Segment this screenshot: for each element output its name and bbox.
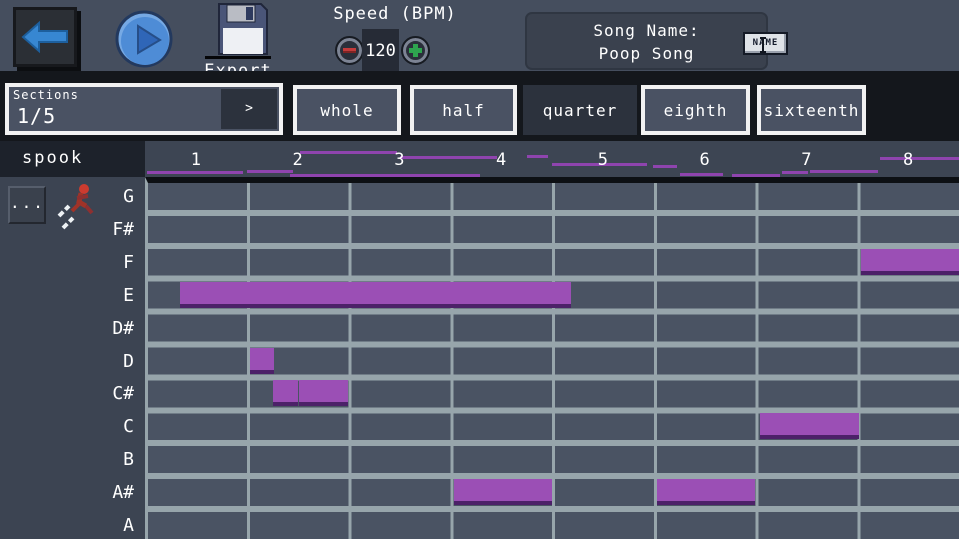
sections-value: 1/5 — [17, 104, 56, 128]
speed-control: Speed (BPM) 120 — [320, 4, 470, 24]
row-label-D: D — [96, 348, 138, 375]
row-label-Fs: F# — [96, 216, 138, 243]
row-label-E: E — [96, 282, 138, 309]
duration-button-eighth[interactable]: eighth — [641, 85, 750, 135]
sections-strip: Sections 1/5 > wholehalfquartereighthsix… — [0, 71, 959, 141]
beat-label-7: 7 — [756, 150, 858, 170]
bpm-value: 120 — [362, 29, 399, 72]
note-E[interactable] — [180, 282, 571, 308]
rename-song-button[interactable]: NAME — [743, 32, 788, 55]
piano-roll-grid — [145, 177, 959, 539]
speed-label: Speed (BPM) — [320, 4, 470, 24]
row-label-B: B — [96, 446, 138, 473]
sections-label: Sections — [13, 88, 79, 102]
play-button[interactable] — [115, 10, 174, 69]
beat-label-6: 6 — [654, 150, 756, 170]
song-name-title: Song Name: — [527, 19, 766, 42]
top-toolbar: Export Speed (BPM) 120 Song Name: Poop S… — [0, 0, 959, 71]
music-maker-app: { "toolbar": { "export_label": "Export",… — [0, 0, 959, 539]
minimap-note-segment — [732, 174, 780, 177]
track-name: spook — [22, 148, 83, 168]
beat-label-2: 2 — [247, 150, 349, 170]
note-Cs[interactable] — [299, 380, 348, 406]
track-options-button[interactable]: ... — [8, 186, 46, 224]
plus-icon — [409, 44, 422, 57]
minimap-note-segment — [147, 171, 243, 174]
piano-roll-left-panel: ... G F# FE D# D C# CB A# A — [0, 177, 145, 539]
track-tab-spook[interactable]: spook — [0, 141, 145, 177]
beat-label-8: 8 — [857, 150, 959, 170]
row-label-Ds: D# — [96, 315, 138, 342]
note-Cs[interactable] — [273, 380, 298, 406]
next-section-button[interactable]: > — [221, 89, 277, 129]
minimap-note-segment — [810, 170, 878, 173]
duration-button-whole[interactable]: whole — [293, 85, 401, 135]
beat-label-3: 3 — [349, 150, 451, 170]
row-label-Cs: C# — [96, 380, 138, 407]
bpm-decrease-button[interactable] — [337, 38, 362, 63]
note-As[interactable] — [454, 479, 552, 505]
row-label-G: G — [96, 183, 138, 210]
row-label-F: F — [96, 249, 138, 276]
row-label-A: A — [96, 512, 138, 539]
beat-label-1: 1 — [145, 150, 247, 170]
beat-label-5: 5 — [552, 150, 654, 170]
note-As[interactable] — [657, 479, 755, 505]
floppy-disk-icon — [212, 3, 270, 56]
duration-button-quarter[interactable]: quarter — [523, 85, 637, 135]
sections-panel: Sections 1/5 > — [5, 83, 283, 135]
minimap-note-segment — [247, 170, 293, 173]
duration-button-sixteenth[interactable]: sixteenth — [757, 85, 866, 135]
note-C[interactable] — [760, 413, 859, 439]
rename-button-label: NAME — [753, 38, 779, 48]
running-person-icon[interactable] — [53, 180, 97, 236]
floppy-shadow — [205, 56, 271, 59]
note-F[interactable] — [861, 249, 959, 275]
note-grid[interactable] — [148, 183, 959, 539]
minimap-note-segment — [290, 174, 480, 177]
back-button[interactable] — [13, 7, 77, 67]
beat-timeline[interactable]: 12345678 — [145, 141, 959, 177]
play-icon — [115, 10, 174, 69]
minus-icon — [343, 48, 356, 53]
duration-button-half[interactable]: half — [410, 85, 517, 135]
back-arrow-icon — [21, 18, 69, 56]
export-button[interactable]: Export — [200, 3, 276, 73]
row-label-C: C — [96, 413, 138, 440]
minimap-note-segment — [782, 171, 808, 174]
song-name-value: Poop Song — [527, 42, 766, 65]
bpm-increase-button[interactable] — [403, 38, 428, 63]
beat-label-4: 4 — [450, 150, 552, 170]
note-D[interactable] — [250, 348, 274, 374]
minimap-note-segment — [680, 173, 723, 176]
row-label-As: A# — [96, 479, 138, 506]
song-name-panel: Song Name: Poop Song — [525, 12, 768, 70]
